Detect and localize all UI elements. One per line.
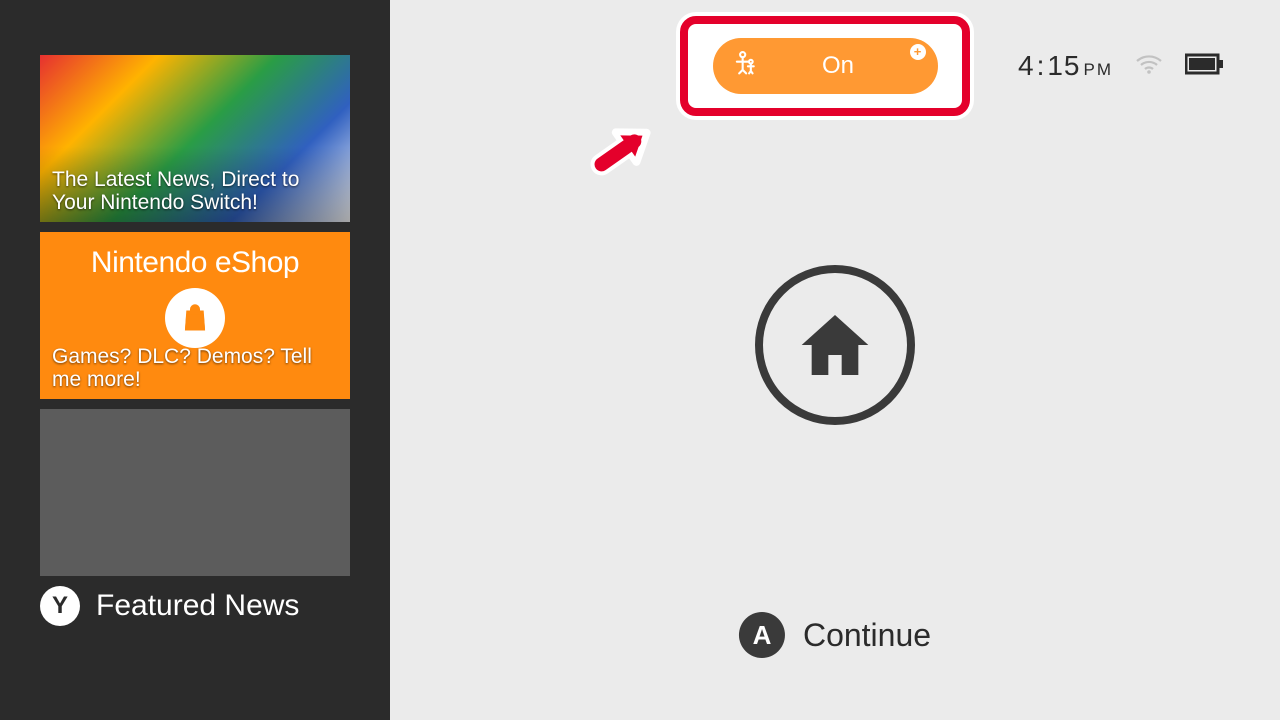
eshop-logo-text: Nintendo eShop bbox=[91, 246, 299, 280]
news-card-2[interactable]: Nintendo eShop Games? DLC? Demos? Tell m… bbox=[40, 232, 350, 399]
a-button-icon: A bbox=[739, 612, 785, 658]
main-panel: On + 4:15PM bbox=[390, 0, 1280, 720]
status-bar: 4:15PM bbox=[1018, 50, 1225, 82]
plus-icon: + bbox=[910, 44, 926, 60]
parental-icon bbox=[731, 50, 759, 83]
parental-toggle-button[interactable]: On + bbox=[713, 38, 938, 94]
clock-ampm: PM bbox=[1084, 60, 1114, 79]
eshop-bag-icon bbox=[165, 288, 225, 348]
arrow-annotation-icon bbox=[582, 118, 662, 188]
news-card-1[interactable]: The Latest News, Direct to Your Nintendo… bbox=[40, 55, 350, 222]
featured-news-label: Featured News bbox=[96, 589, 299, 623]
news-card-1-caption: The Latest News, Direct to Your Nintendo… bbox=[52, 168, 338, 214]
clock: 4:15PM bbox=[1018, 50, 1113, 82]
continue-button[interactable]: A Continue bbox=[739, 612, 931, 658]
wifi-icon bbox=[1135, 53, 1163, 80]
clock-hours: 4 bbox=[1018, 50, 1035, 81]
continue-label: Continue bbox=[803, 617, 931, 654]
clock-minutes: 15 bbox=[1047, 50, 1080, 81]
news-card-3[interactable] bbox=[40, 409, 350, 576]
featured-news-button[interactable]: Y Featured News bbox=[40, 586, 366, 626]
home-icon bbox=[755, 265, 915, 425]
news-sidebar: The Latest News, Direct to Your Nintendo… bbox=[0, 0, 390, 720]
battery-icon bbox=[1185, 53, 1225, 80]
news-card-2-caption: Games? DLC? Demos? Tell me more! bbox=[52, 345, 338, 391]
parental-toggle-highlight: On + bbox=[680, 16, 970, 116]
y-button-icon: Y bbox=[40, 586, 80, 626]
